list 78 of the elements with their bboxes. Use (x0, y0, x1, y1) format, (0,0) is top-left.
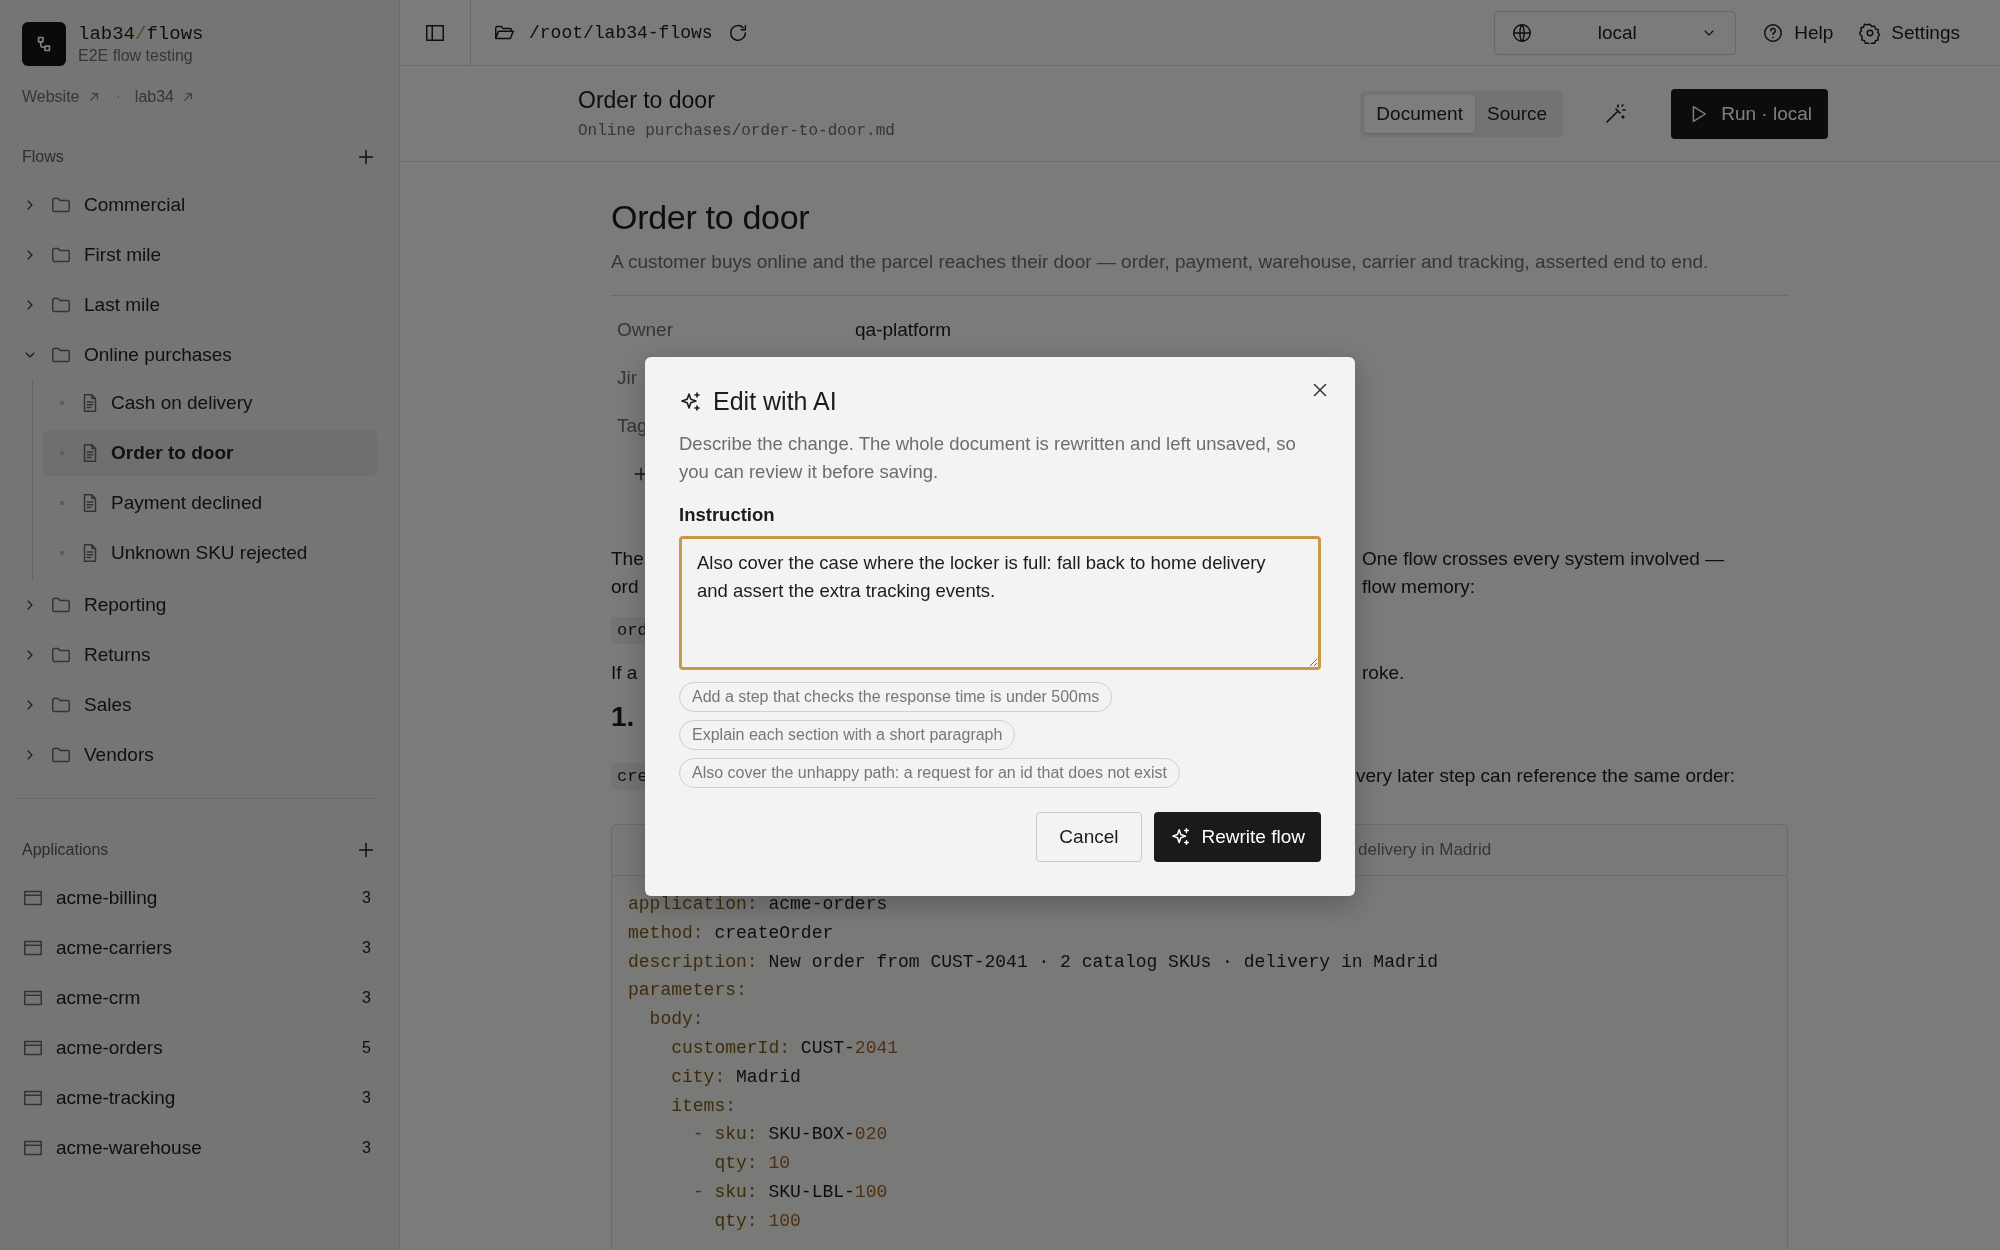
text-fragment: ord (611, 576, 640, 598)
item-count: 3 (362, 989, 371, 1007)
separator-dot: · (115, 88, 121, 106)
view-tab[interactable]: Source (1474, 94, 1560, 133)
folder-item[interactable]: Returns (22, 630, 387, 680)
section-title: Applications (22, 841, 109, 859)
code-line: method: createOrder (628, 921, 835, 945)
folder-item[interactable]: Commercial (22, 180, 387, 230)
document-title: Order to door (578, 87, 716, 114)
app-name: lab34/flows (78, 23, 204, 45)
external-link[interactable]: Website (22, 88, 102, 106)
globe-icon (1511, 21, 1534, 44)
folder-item[interactable]: First mile (22, 230, 387, 280)
code-line: application: acme-orders (628, 893, 889, 916)
environment-select[interactable]: local (1494, 10, 1737, 55)
code-line: - sku: SKU-LBL-100 (691, 1180, 889, 1204)
application-item[interactable]: acme-orders 5 (22, 1023, 387, 1073)
code-line: qty: 100 (713, 1209, 802, 1233)
external-link[interactable]: lab34 (134, 88, 196, 106)
application-item[interactable]: acme-tracking 3 (22, 1073, 387, 1123)
cancel-button[interactable]: Cancel (1036, 812, 1142, 862)
sparkle-icon (679, 389, 703, 414)
code-line: customerId: CUST-2041 (670, 1037, 900, 1060)
folder-item[interactable]: Online purchases (22, 330, 387, 380)
item-count: 3 (362, 889, 371, 907)
item-count: 3 (362, 939, 371, 957)
flow-item[interactable]: Cash on delivery (43, 380, 377, 426)
page-summary: A customer buys online and the parcel reaches their door — order, payment, warehouse, carrier and tracking, asserted end to end. (611, 251, 1710, 273)
text-fragment: very later step can reference the same order: (1356, 765, 1737, 787)
item-count: 3 (362, 1089, 371, 1107)
app-tagline: E2E flow testing (78, 47, 194, 65)
text-fragment: roke. (1361, 662, 1406, 684)
item-count: 5 (362, 1039, 371, 1057)
folder-item[interactable]: Sales (22, 680, 387, 730)
help-button[interactable]: Help (1762, 21, 1834, 44)
view-tab[interactable]: Document (1364, 94, 1475, 133)
text-fragment: If a (611, 662, 639, 684)
application-item[interactable]: acme-carriers 3 (22, 923, 387, 973)
dialog-title: Edit with AI (713, 387, 837, 416)
folder-path: /root/lab34-flows (529, 22, 713, 43)
code-line: parameters: (628, 979, 748, 1003)
item-count: 3 (362, 1139, 371, 1157)
help-icon (1762, 21, 1785, 44)
text-fragment: flow memory: (1361, 576, 1476, 598)
folder-item[interactable]: Reporting (22, 580, 387, 630)
folder-item[interactable]: Last mile (22, 280, 387, 330)
instruction-field[interactable]: Also cover the case where the locker is full: fall back to home delivery and assert the extra tracking events. (679, 536, 1321, 670)
code-line: body: (648, 1008, 705, 1032)
heading-fragment: 1. (611, 701, 636, 733)
magic-wand-icon[interactable] (1603, 101, 1628, 126)
property-label: Owner (617, 319, 674, 341)
application-item[interactable]: acme-warehouse 3 (22, 1123, 387, 1173)
application-item[interactable]: acme-crm 3 (22, 973, 387, 1023)
text-fragment: The (611, 548, 645, 570)
code-line: city: Madrid (670, 1065, 802, 1089)
settings-icon (1859, 21, 1882, 44)
code-line: items: (670, 1094, 738, 1118)
section-title: Flows (22, 148, 64, 166)
code-line: qty: 10 (713, 1152, 792, 1176)
run-button[interactable]: Run · local (1671, 88, 1828, 139)
code-caption: delivery in Madrid (1358, 840, 1492, 860)
page-heading: Order to door (611, 198, 811, 237)
flow-item[interactable]: Payment declined (43, 480, 377, 526)
flow-item[interactable]: Order to door (43, 430, 377, 476)
text-fragment: One flow crosses every system involved — (1361, 548, 1726, 570)
folder-item[interactable]: Vendors (22, 730, 387, 780)
document-path: Online purchases/order-to-door.md (578, 122, 895, 140)
sparkle-icon (1169, 826, 1192, 848)
settings-button[interactable]: Settings (1859, 21, 1960, 44)
field-label: Instruction (679, 504, 776, 526)
property-value: qa-platform (855, 319, 952, 341)
code-line: - sku: SKU-BOX-020 (691, 1123, 889, 1147)
dialog-description: Describe the change. The whole document is rewritten and left unsaved, so you can review it before saving. (679, 432, 1297, 484)
flow-item[interactable]: Unknown SKU rejected (43, 530, 377, 576)
rewrite-button[interactable]: Rewrite flow (1153, 812, 1321, 862)
code-line: description: New order from CUST-2041 · 2 catalog SKUs · delivery in Madrid (628, 950, 1440, 974)
application-item[interactable]: acme-billing 3 (22, 873, 387, 923)
property-label: Jir (617, 367, 639, 389)
